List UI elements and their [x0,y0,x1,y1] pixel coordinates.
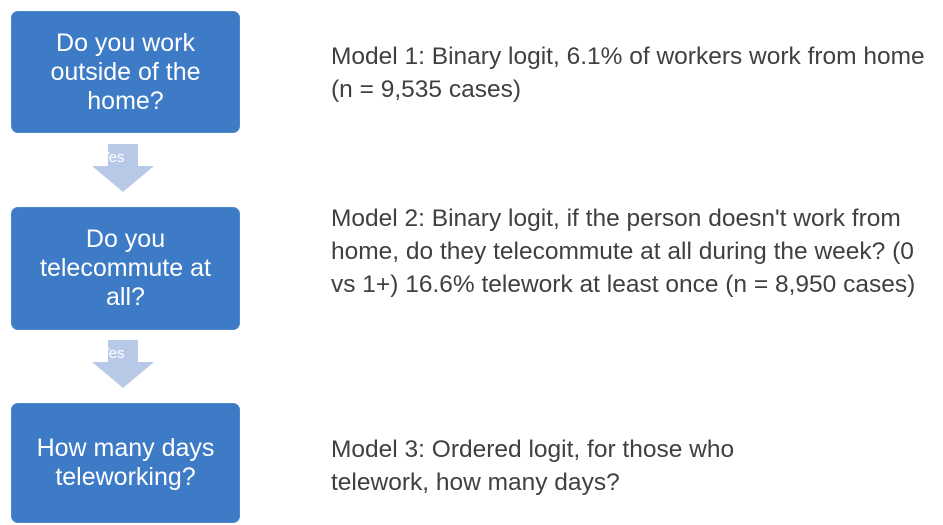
question-box-telecommute: Do you telecommute at all? [11,207,240,330]
down-arrow-icon: Yes [92,340,154,388]
question-text: Do you work outside of the home? [50,28,201,115]
model-2-description: Model 2: Binary logit, if the person doe… [331,205,916,298]
model-1-description: Model 1: Binary logit, 6.1% of workers w… [331,43,925,103]
model-3-description: Model 3: Ordered logit, for those who te… [331,436,735,496]
question-text: Do you telecommute at all? [40,225,211,311]
question-box-days-teleworking: How many days teleworking? [11,403,240,523]
down-arrow-icon: Yes [92,144,154,192]
question-box-work-outside-home: Do you work outside of the home? [11,11,240,133]
connector-label-yes: Yes [100,345,125,362]
question-text: How many days teleworking? [36,434,215,491]
connector-label-yes: Yes [100,149,125,166]
